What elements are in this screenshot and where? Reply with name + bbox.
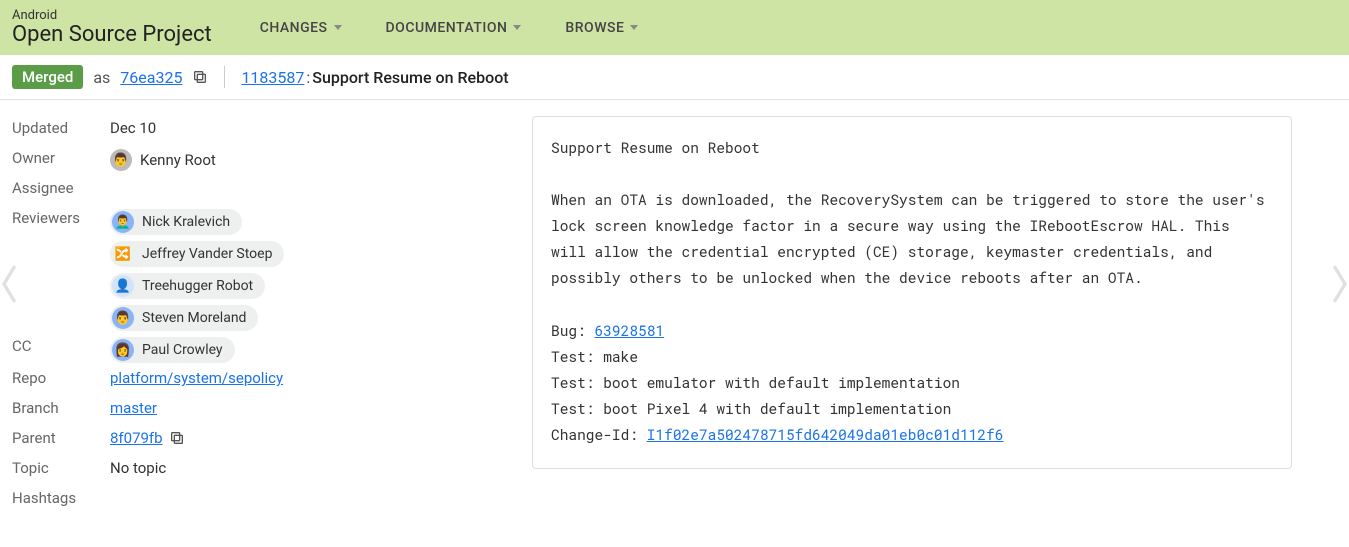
meta-label: Assignee xyxy=(12,179,110,197)
nav-label: CHANGES xyxy=(260,20,328,36)
meta-row-topic: Topic No topic xyxy=(12,456,502,486)
avatar: 👨‍🦱 xyxy=(112,211,134,233)
meta-label: Branch xyxy=(12,399,110,417)
commit-test-line: Test: boot emulator with default impleme… xyxy=(551,373,960,392)
meta-row-assignee: Assignee xyxy=(12,176,502,206)
commit-bug-label: Bug: xyxy=(551,321,595,340)
chevron-down-icon xyxy=(334,25,342,30)
owner-chip[interactable]: 👨 Kenny Root xyxy=(110,149,216,171)
meta-label: Updated xyxy=(12,119,110,137)
change-number-link[interactable]: 1183587 xyxy=(241,68,304,87)
owner-name: Kenny Root xyxy=(140,151,216,169)
brand-bottom: Open Source Project xyxy=(12,23,212,46)
nav-browse[interactable]: BROWSE xyxy=(565,20,638,36)
parent-link[interactable]: 8f079fb xyxy=(110,429,163,447)
meta-label: Owner xyxy=(12,149,110,167)
copy-icon[interactable] xyxy=(169,430,185,446)
branch-link[interactable]: master xyxy=(110,399,157,417)
subheader: Merged as 76ea325 1183587 : Support Resu… xyxy=(0,55,1349,100)
reviewer-chip[interactable]: 🔀 Jeffrey Vander Stoep xyxy=(110,241,284,267)
copy-icon[interactable] xyxy=(192,69,208,85)
reviewers-list: 👨‍🦱 Nick Kralevich 🔀 Jeffrey Vander Stoe… xyxy=(110,209,502,331)
nav-changes[interactable]: CHANGES xyxy=(260,20,342,36)
meta-label: CC xyxy=(12,337,110,355)
meta-row-owner: Owner 👨 Kenny Root xyxy=(12,146,502,176)
cc-name: Paul Crowley xyxy=(142,342,223,358)
avatar: 👩 xyxy=(112,339,134,361)
reviewer-chip[interactable]: 👨‍🦱 Nick Kralevich xyxy=(110,209,242,235)
commit-short-link[interactable]: 76ea325 xyxy=(120,68,182,87)
nav-label: BROWSE xyxy=(565,20,624,36)
meta-panel: Updated Dec 10 Owner 👨 Kenny Root Assign… xyxy=(12,116,502,516)
header: Android Open Source Project CHANGES DOCU… xyxy=(0,0,1349,55)
commit-message-box: Support Resume on Reboot When an OTA is … xyxy=(532,116,1292,469)
repo-link[interactable]: platform/system/sepolicy xyxy=(110,369,283,387)
commit-title: Support Resume on Reboot xyxy=(551,138,760,157)
meta-row-branch: Branch master xyxy=(12,396,502,426)
reviewer-chip[interactable]: 👤 Treehugger Robot xyxy=(110,273,265,299)
reviewer-name: Treehugger Robot xyxy=(142,278,253,294)
avatar: 🔀 xyxy=(112,243,134,265)
cc-chip[interactable]: 👩 Paul Crowley xyxy=(110,337,235,363)
reviewer-chip[interactable]: 👨 Steven Moreland xyxy=(110,305,258,331)
commit-bug-link[interactable]: 63928581 xyxy=(595,321,665,340)
meta-label: Topic xyxy=(12,459,110,477)
title-sep: : xyxy=(306,68,310,87)
commit-changeid-label: Change-Id: xyxy=(551,425,647,444)
meta-label: Hashtags xyxy=(12,489,110,507)
chevron-down-icon xyxy=(630,25,638,30)
avatar: 👨 xyxy=(110,149,132,171)
nav-label: DOCUMENTATION xyxy=(386,20,508,36)
meta-label: Repo xyxy=(12,369,110,387)
reviewer-name: Jeffrey Vander Stoep xyxy=(142,246,272,262)
meta-label: Parent xyxy=(12,429,110,447)
meta-row-cc: CC 👩 Paul Crowley xyxy=(12,334,502,366)
meta-row-parent: Parent 8f079fb xyxy=(12,426,502,456)
meta-value-updated: Dec 10 xyxy=(110,119,502,137)
meta-row-hashtags: Hashtags xyxy=(12,486,502,516)
next-change-button[interactable] xyxy=(1325,260,1349,308)
meta-label: Reviewers xyxy=(12,209,110,227)
meta-row-reviewers: Reviewers 👨‍🦱 Nick Kralevich 🔀 Jeffrey V… xyxy=(12,206,502,334)
nav: CHANGES DOCUMENTATION BROWSE xyxy=(260,20,639,36)
change-title: Support Resume on Reboot xyxy=(312,68,508,87)
prev-change-button[interactable] xyxy=(0,260,24,308)
divider xyxy=(224,66,225,88)
as-word: as xyxy=(93,68,110,87)
reviewer-name: Nick Kralevich xyxy=(142,214,230,230)
nav-documentation[interactable]: DOCUMENTATION xyxy=(386,20,522,36)
chevron-down-icon xyxy=(513,25,521,30)
commit-changeid-link[interactable]: I1f02e7a502478715fd642049da01eb0c01d112f… xyxy=(647,425,1004,444)
avatar: 👨 xyxy=(112,307,134,329)
avatar: 👤 xyxy=(112,275,134,297)
brand-top: Android xyxy=(12,9,212,23)
meta-row-repo: Repo platform/system/sepolicy xyxy=(12,366,502,396)
commit-test-line: Test: boot Pixel 4 with default implemen… xyxy=(551,399,951,418)
commit-test-line: Test: make xyxy=(551,347,638,366)
content: Updated Dec 10 Owner 👨 Kenny Root Assign… xyxy=(0,100,1349,546)
brand[interactable]: Android Open Source Project xyxy=(12,9,212,46)
reviewer-name: Steven Moreland xyxy=(142,310,246,326)
meta-row-updated: Updated Dec 10 xyxy=(12,116,502,146)
meta-value-topic: No topic xyxy=(110,459,502,477)
status-badge: Merged xyxy=(12,65,83,89)
commit-body: When an OTA is downloaded, the RecoveryS… xyxy=(551,190,1273,287)
